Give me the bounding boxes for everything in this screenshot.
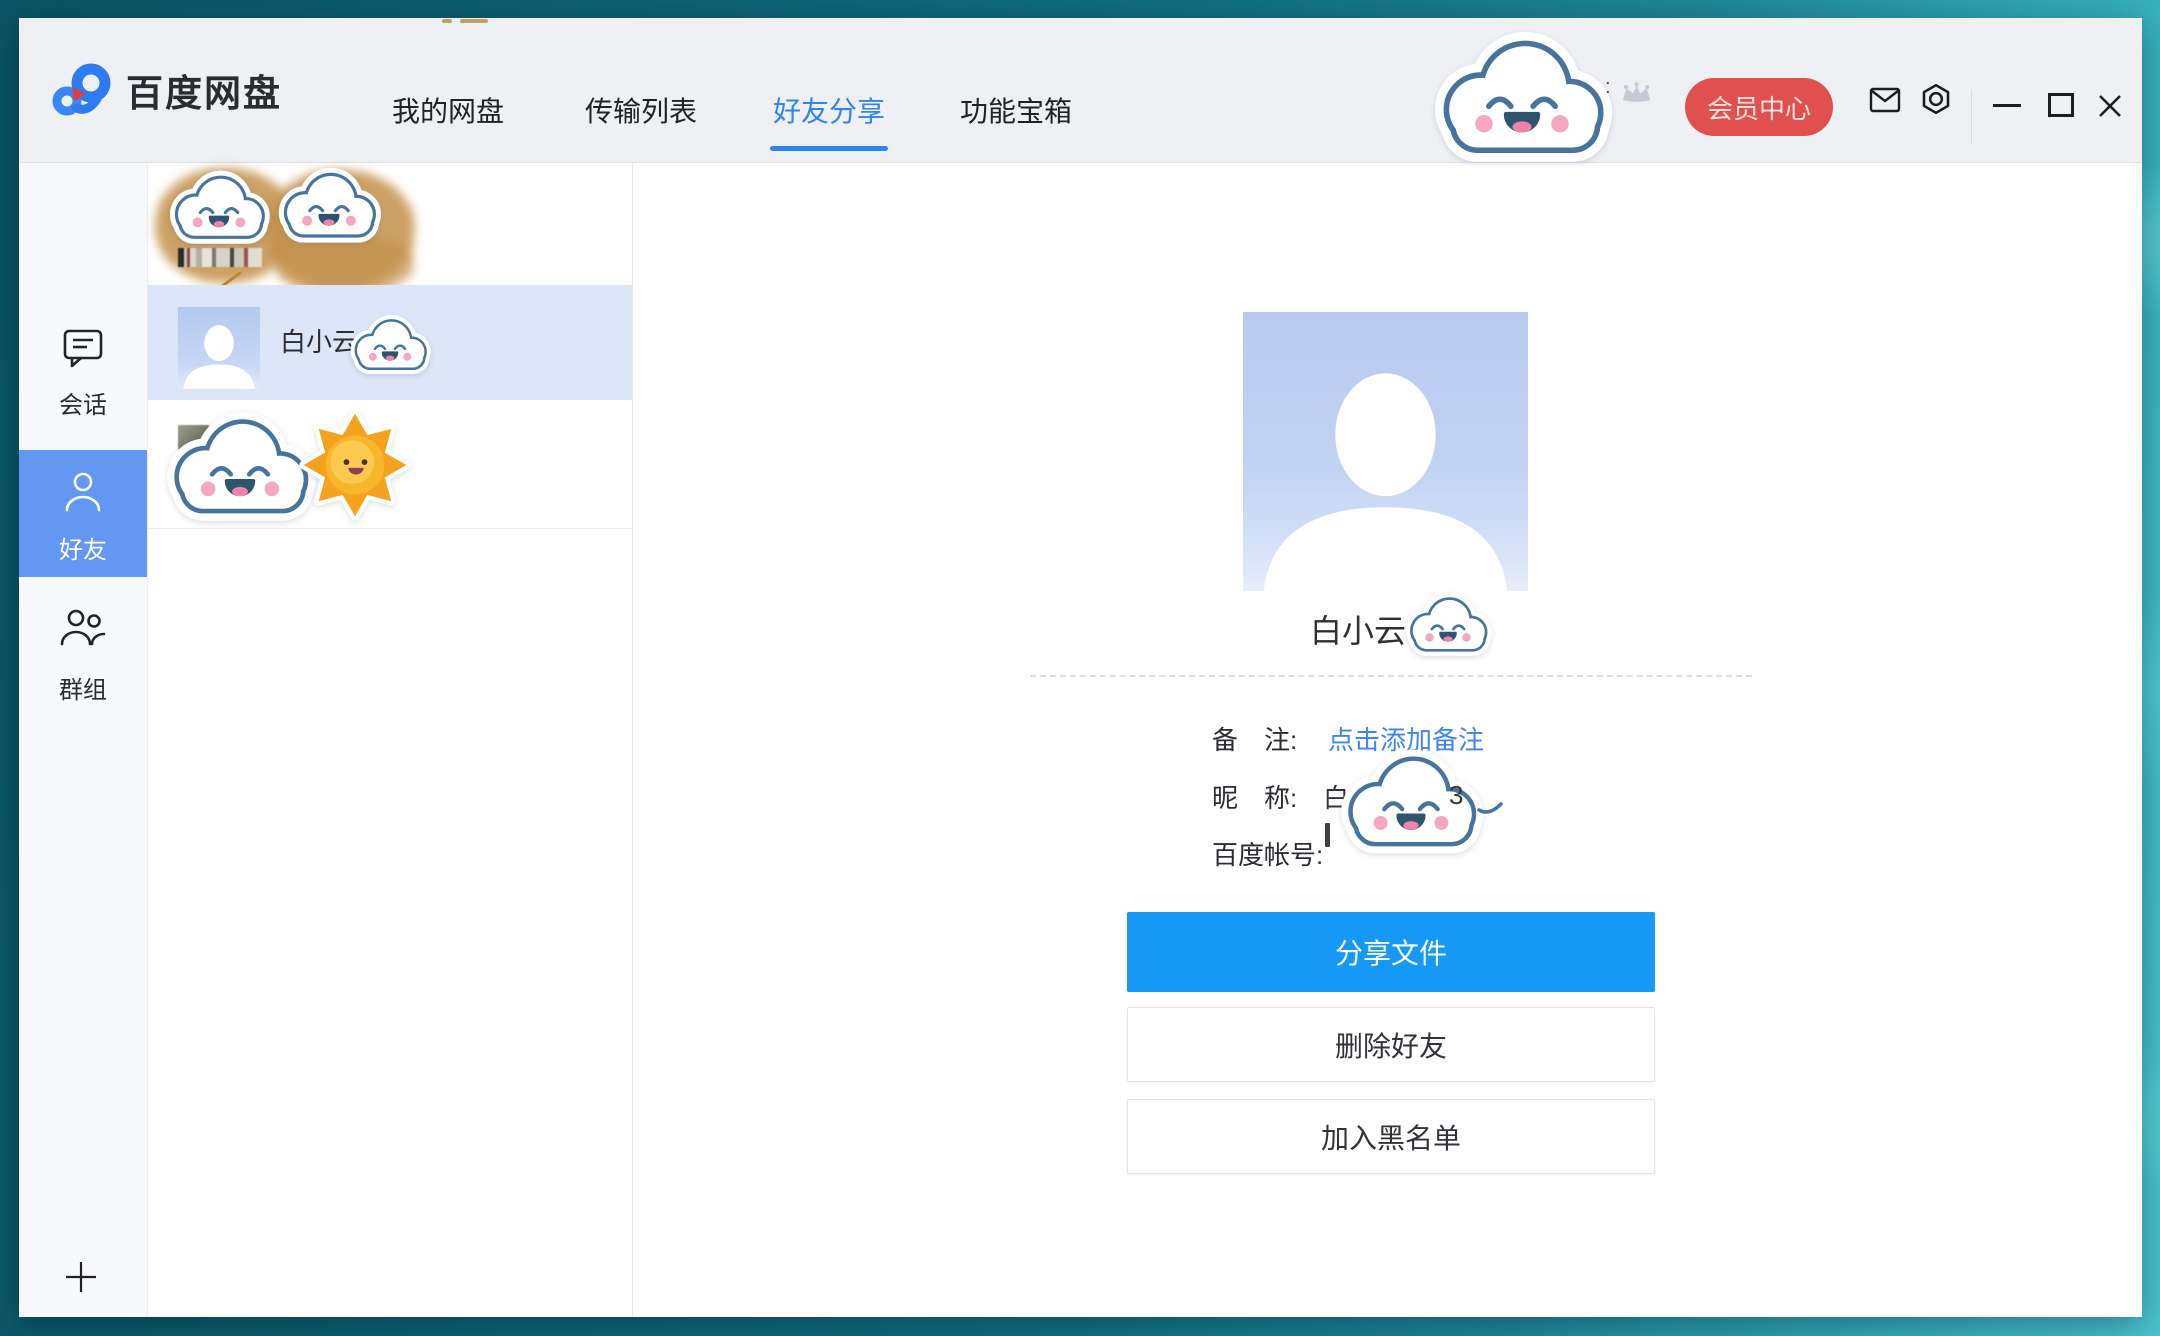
plus-icon[interactable] — [63, 1259, 99, 1295]
wind-mark — [1477, 796, 1503, 818]
tape-mark — [460, 19, 488, 23]
tape-mark — [442, 19, 452, 23]
maximize-icon[interactable] — [2048, 93, 2074, 117]
profile-name: 白小云 — [1310, 606, 1406, 652]
cloud-sticker — [347, 313, 433, 379]
friend-list-panel: 白小云 — [148, 163, 633, 1317]
baidu-netdisk-window: 百度网盘 我的网盘 传输列表 好友分享 功能宝箱 : 会员中心 会话 好友 群组 — [19, 18, 2142, 1317]
cloud-sticker — [165, 168, 273, 250]
avatar-silhouette — [1243, 312, 1528, 591]
member-center-button[interactable]: 会员中心 — [1685, 78, 1833, 136]
share-files-button[interactable]: 分享文件 — [1127, 912, 1655, 992]
friend-list-item-selected[interactable]: 白小云 — [148, 285, 632, 400]
photo-fragment — [178, 248, 262, 267]
group-icon — [59, 606, 107, 650]
nickname-label: 昵 称: — [1212, 778, 1297, 815]
title-bar: 百度网盘 我的网盘 传输列表 好友分享 功能宝箱 : 会员中心 — [19, 18, 2142, 163]
sidebar-item-friends[interactable]: 好友 — [19, 450, 147, 577]
cloud-sticker — [1335, 734, 1487, 874]
baidu-netdisk-logo-icon — [50, 61, 114, 119]
cloud-sticker — [1402, 590, 1494, 662]
app-logo: 百度网盘 — [50, 58, 282, 122]
left-sidebar: 会话 好友 群组 — [19, 163, 148, 1317]
tab-my-drive[interactable]: 我的网盘 — [389, 92, 507, 132]
sidebar-item-label: 会话 — [19, 385, 147, 420]
cloud-sticker — [273, 165, 385, 249]
close-icon[interactable] — [2096, 92, 2124, 120]
app-name: 百度网盘 — [126, 63, 282, 117]
tab-friend-share[interactable]: 好友分享 — [770, 92, 888, 132]
person-icon — [61, 468, 105, 516]
active-tab-underline — [770, 146, 888, 151]
avatar — [178, 307, 260, 389]
profile-avatar — [1243, 312, 1528, 591]
delete-friend-button[interactable]: 删除好友 — [1127, 1007, 1655, 1082]
list-divider — [148, 528, 632, 529]
account-text-fragment — [1325, 823, 1330, 847]
tab-transfer-list[interactable]: 传输列表 — [582, 92, 700, 132]
minimize-icon[interactable] — [1993, 104, 2021, 107]
tab-toolbox[interactable]: 功能宝箱 — [957, 92, 1075, 132]
sidebar-item-label: 群组 — [19, 670, 147, 705]
cloud-sticker — [1427, 25, 1617, 175]
baidu-account-label: 百度帐号: — [1212, 835, 1323, 872]
add-blacklist-button[interactable]: 加入黑名单 — [1127, 1099, 1655, 1174]
section-divider — [1030, 675, 1752, 677]
sun-sticker — [298, 406, 412, 524]
remark-label: 备 注: — [1212, 720, 1297, 757]
titlebar-divider — [1971, 90, 1972, 144]
mail-icon[interactable] — [1869, 86, 1901, 114]
sidebar-item-label: 好友 — [19, 530, 147, 565]
settings-icon[interactable] — [1919, 82, 1953, 116]
crown-icon — [1617, 80, 1655, 106]
friend-profile-panel: 白小云 备 注: 点击添加备注 昵 称: 白 3 百度帐号: 分享文件 删除好友… — [633, 163, 2142, 1317]
nickname-value-suffix: 3 — [1449, 780, 1463, 811]
avatar-silhouette — [178, 307, 260, 389]
cloud-sticker — [160, 408, 320, 530]
chat-icon — [61, 326, 105, 370]
